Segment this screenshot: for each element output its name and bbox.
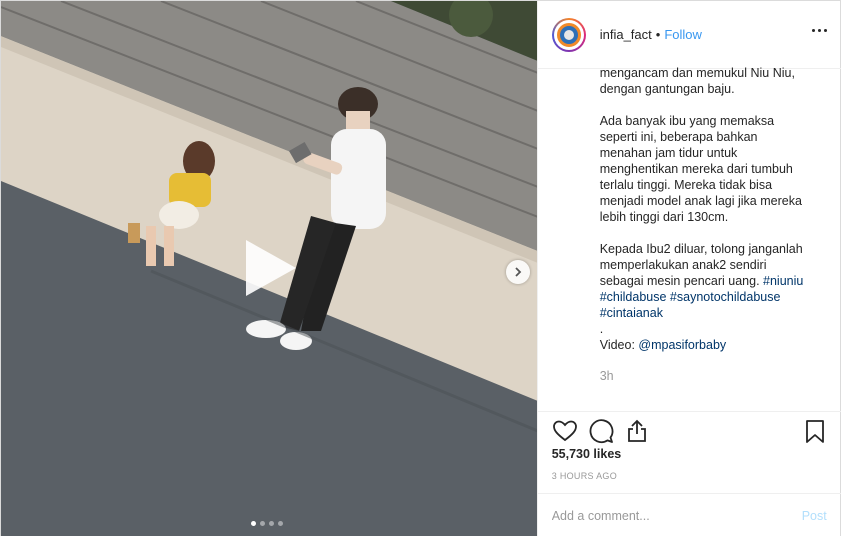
caption-video-credit: Video: @mpasiforbaby (599, 338, 727, 352)
play-icon (246, 240, 296, 296)
separator-dot: • (655, 27, 661, 42)
comment-button[interactable] (588, 418, 614, 444)
play-button[interactable] (240, 238, 300, 298)
chevron-right-icon (515, 267, 522, 277)
next-media-button[interactable] (506, 260, 530, 284)
instagram-post: infia_fact • Follow mengancam dan memuku… (0, 0, 841, 536)
like-count[interactable]: 55,730 likes (552, 447, 622, 461)
hashtag-link[interactable]: #childabuse (600, 290, 667, 304)
caption-paragraph-3: Kepada Ibu2 diluar, tolong janganlah mem… (599, 242, 804, 320)
caption-dot: . (599, 322, 604, 336)
share-icon (627, 419, 646, 442)
heart-icon (552, 420, 577, 442)
mention-link[interactable]: @mpasiforbaby (638, 338, 726, 352)
post-caption: mengancam dan memukul Niu Niu, dengan ga… (599, 57, 832, 353)
carousel-indicator (251, 521, 283, 526)
post-media-video[interactable] (1, 1, 537, 536)
hashtag-link[interactable]: #cintaianak (600, 306, 663, 320)
follow-button[interactable]: Follow (664, 27, 702, 42)
comment-icon (589, 419, 614, 444)
caption-paragraph-2: Ada banyak ibu yang memaksa seperti ini,… (599, 114, 802, 224)
carousel-dot (278, 521, 283, 526)
carousel-dot (269, 521, 274, 526)
carousel-dot (260, 521, 265, 526)
caption-paragraph-1: mengancam dan memukul Niu Niu, dengan ga… (599, 66, 795, 96)
hashtag-link[interactable]: #saynotochildabuse (670, 290, 781, 304)
post-actions (537, 411, 841, 447)
post-date[interactable]: 3 HOURS AGO (552, 471, 617, 481)
bookmark-icon (805, 420, 824, 443)
like-button[interactable] (552, 418, 578, 444)
comment-bar: Post (537, 493, 841, 536)
comment-input[interactable] (551, 508, 802, 523)
avatar[interactable] (551, 17, 586, 52)
hashtag-link[interactable]: #niuniu (763, 274, 803, 288)
caption-timestamp[interactable]: 3h (600, 369, 614, 383)
share-button[interactable] (624, 418, 650, 444)
username-link[interactable]: infia_fact (600, 27, 652, 42)
post-comment-button[interactable]: Post (802, 509, 827, 523)
post-side-panel: infia_fact • Follow mengancam dan memuku… (536, 1, 841, 536)
more-options-icon[interactable] (811, 29, 827, 32)
carousel-dot-active (251, 521, 256, 526)
save-button[interactable] (802, 418, 828, 444)
